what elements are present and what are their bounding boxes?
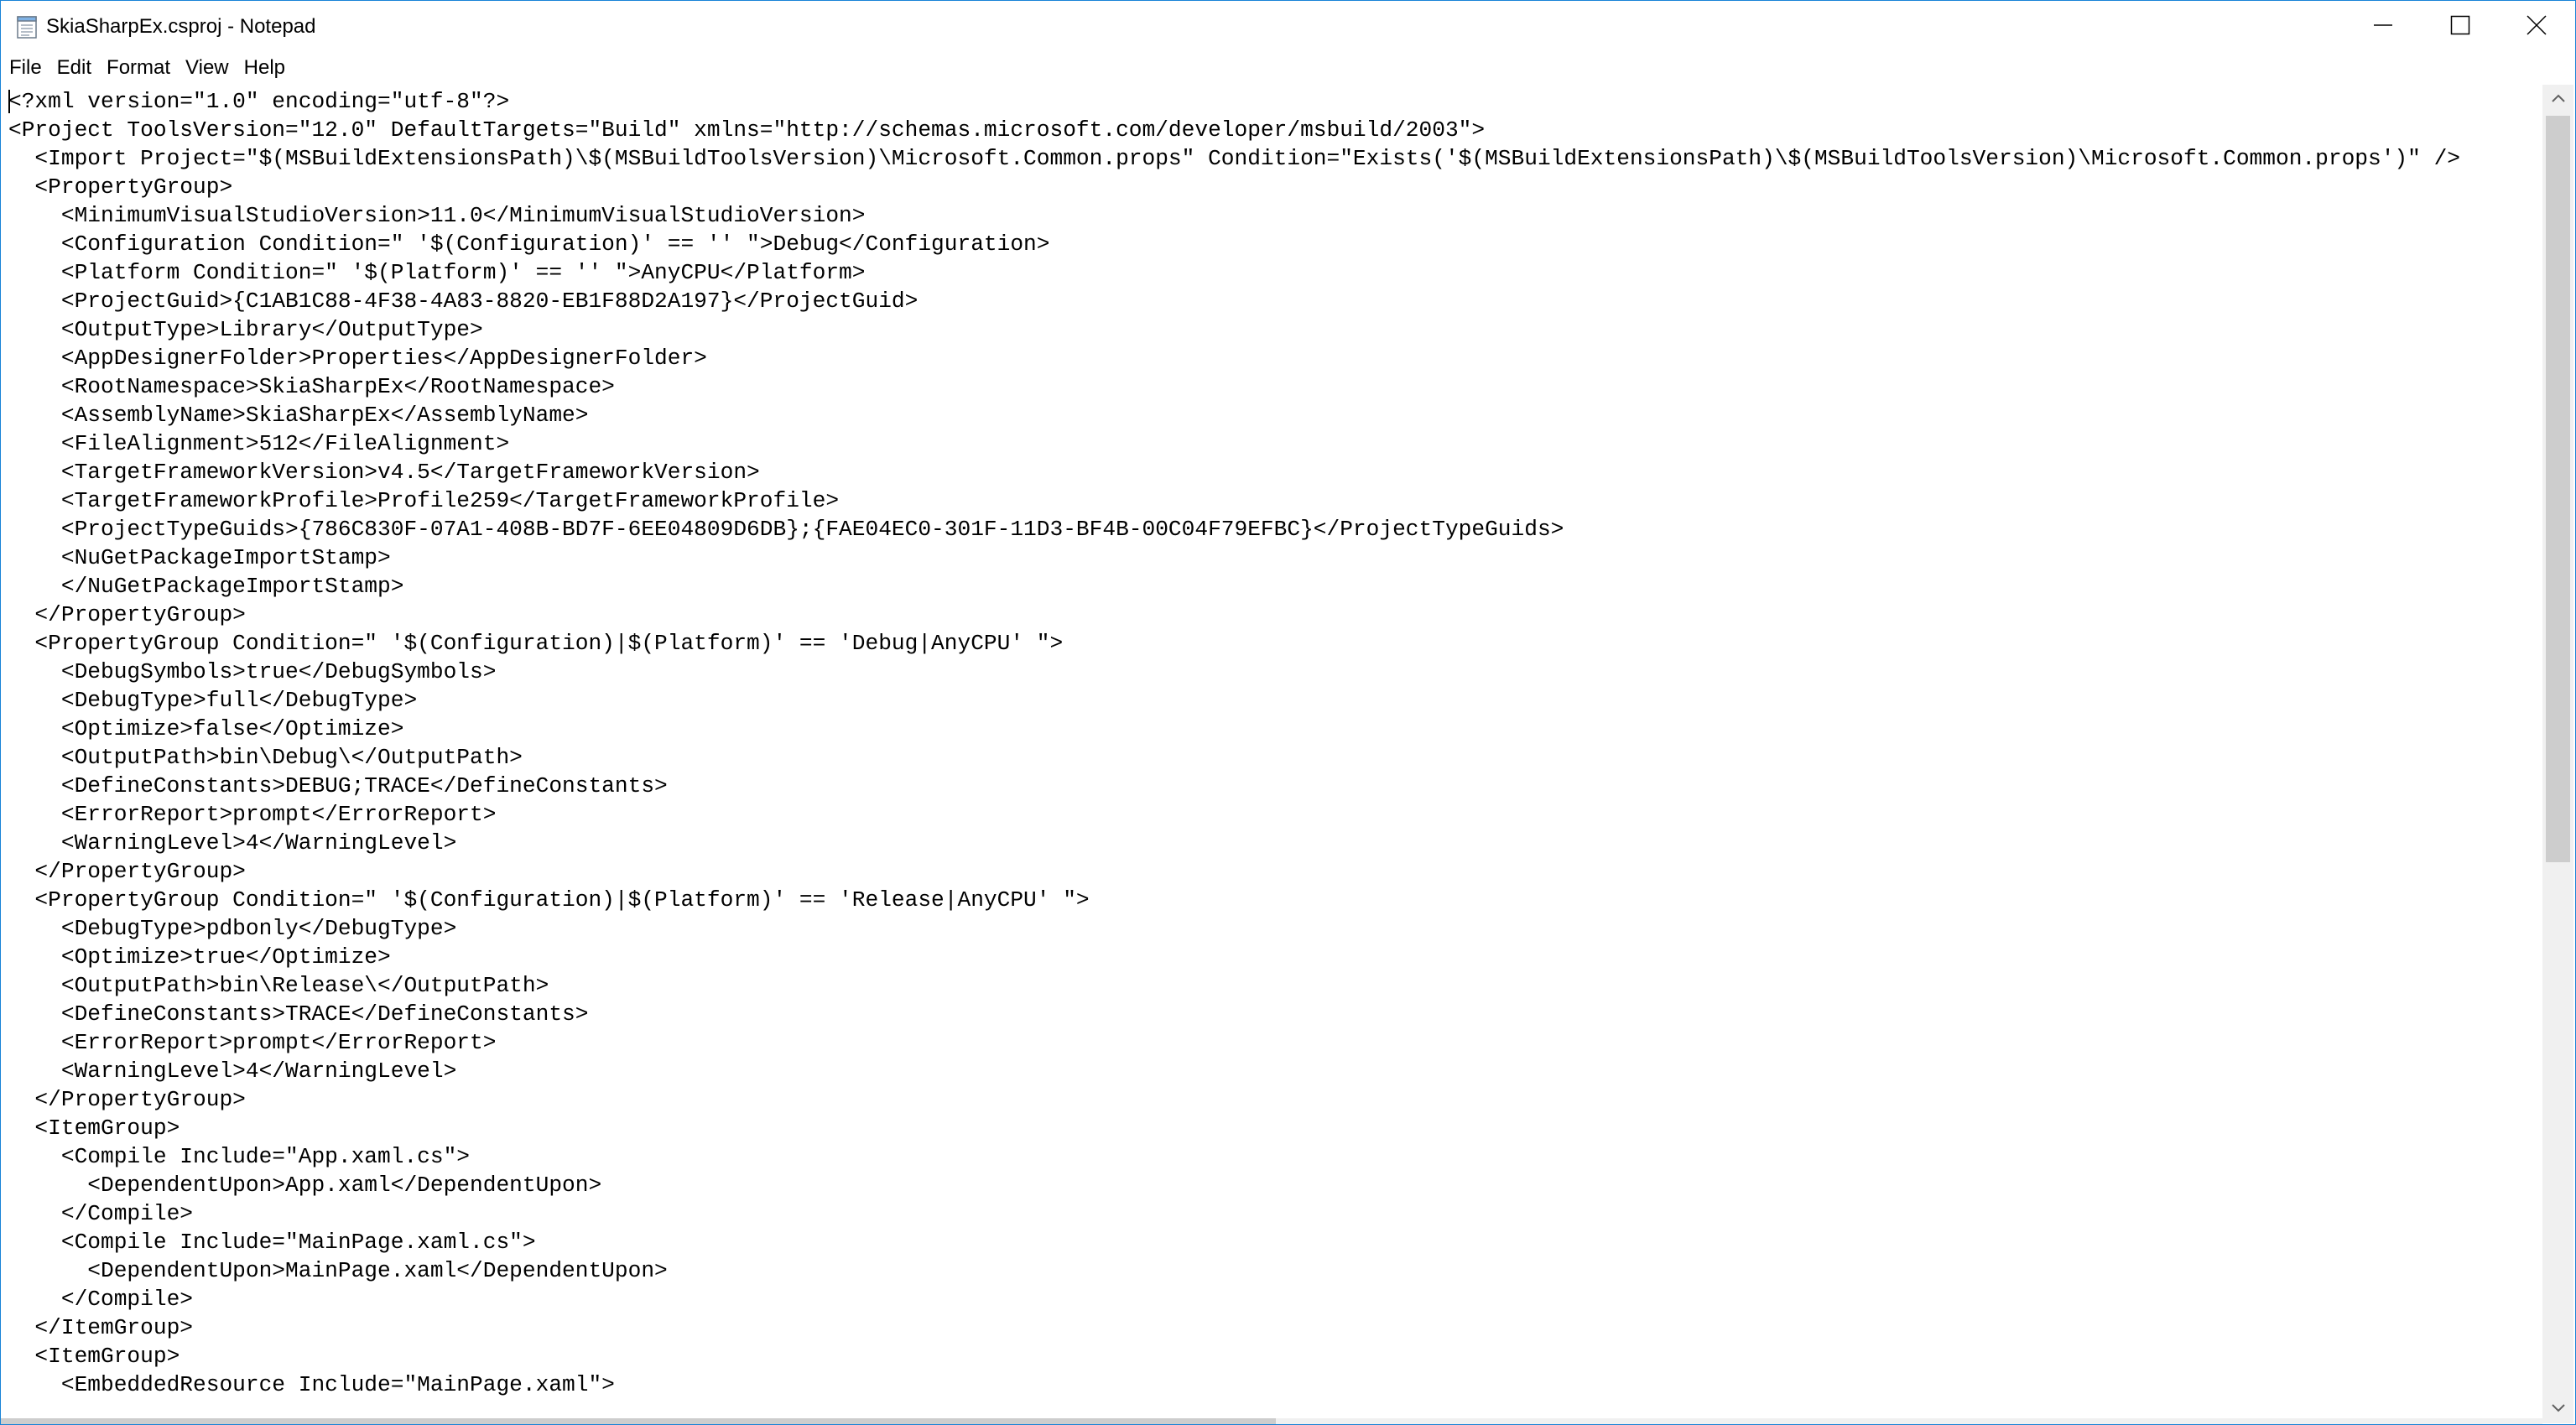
- text-line: <DebugSymbols>true</DebugSymbols>: [8, 659, 497, 684]
- text-line: </NuGetPackageImportStamp>: [8, 574, 404, 599]
- text-line: <DependentUpon>MainPage.xaml</DependentU…: [8, 1258, 668, 1283]
- text-line: <ItemGroup>: [8, 1116, 180, 1141]
- text-line: <RootNamespace>SkiaSharpEx</RootNamespac…: [8, 374, 615, 399]
- close-button[interactable]: [2498, 1, 2575, 53]
- text-line: <WarningLevel>4</WarningLevel>: [8, 830, 457, 856]
- text-editor[interactable]: <?xml version="1.0" encoding="utf-8"?> <P…: [1, 85, 2542, 1423]
- close-icon: [2527, 14, 2547, 39]
- chevron-up-icon: [2551, 91, 2565, 107]
- maximize-icon: [2450, 15, 2470, 39]
- menu-edit[interactable]: Edit: [49, 53, 99, 83]
- scroll-down-button[interactable]: [2542, 1395, 2573, 1423]
- menu-bar: File Edit Format View Help: [1, 53, 2575, 83]
- text-line: <Configuration Condition=" '$(Configurat…: [8, 231, 1050, 257]
- vertical-scroll-thumb[interactable]: [2546, 116, 2570, 862]
- minimize-button[interactable]: [2344, 1, 2422, 53]
- text-line: <Import Project="$(MSBuildExtensionsPath…: [8, 146, 2461, 171]
- text-line: <PropertyGroup Condition=" '$(Configurat…: [8, 631, 1064, 656]
- menu-file[interactable]: File: [1, 53, 49, 83]
- text-line: <Compile Include="App.xaml.cs">: [8, 1144, 471, 1169]
- text-line: <AssemblyName>SkiaSharpEx</AssemblyName>: [8, 403, 589, 428]
- text-line: <AppDesignerFolder>Properties</AppDesign…: [8, 346, 707, 371]
- minimize-icon: [2373, 15, 2393, 39]
- text-line: <OutputType>Library</OutputType>: [8, 317, 483, 342]
- text-line: <ProjectGuid>{C1AB1C88-4F38-4A83-8820-EB…: [8, 289, 919, 314]
- menu-view[interactable]: View: [178, 53, 237, 83]
- text-line: <DefineConstants>DEBUG;TRACE</DefineCons…: [8, 773, 668, 798]
- maximize-button[interactable]: [2422, 1, 2499, 53]
- text-line: <TargetFrameworkProfile>Profile259</Targ…: [8, 488, 840, 513]
- text-line: <Compile Include="MainPage.xaml.cs">: [8, 1230, 536, 1255]
- text-line: <OutputPath>bin\Debug\</OutputPath>: [8, 745, 523, 770]
- text-line: <FileAlignment>512</FileAlignment>: [8, 431, 510, 456]
- menu-format[interactable]: Format: [99, 53, 178, 83]
- text-line: <PropertyGroup>: [8, 174, 233, 200]
- text-line: <DebugType>pdbonly</DebugType>: [8, 916, 457, 941]
- text-line: <?xml version="1.0" encoding="utf-8"?>: [8, 89, 510, 114]
- text-line: <Project ToolsVersion="12.0" DefaultTarg…: [8, 117, 1486, 143]
- text-line: <ProjectTypeGuids>{786C830F-07A1-408B-BD…: [8, 517, 1564, 542]
- vertical-scrollbar[interactable]: [2542, 85, 2573, 1423]
- horizontal-scrollbar[interactable]: [1, 1418, 2542, 1424]
- text-line: <Optimize>true</Optimize>: [8, 944, 391, 970]
- notepad-icon[interactable]: [14, 14, 39, 39]
- text-line: <ErrorReport>prompt</ErrorReport>: [8, 1030, 497, 1055]
- text-line: </ItemGroup>: [8, 1315, 194, 1340]
- text-line: <PropertyGroup Condition=" '$(Configurat…: [8, 887, 1090, 913]
- text-line: <OutputPath>bin\Release\</OutputPath>: [8, 973, 549, 998]
- text-line: </PropertyGroup>: [8, 859, 246, 884]
- notepad-window: SkiaSharpEx.csproj - Notepad File Edit F…: [0, 0, 2576, 1425]
- text-line: <Optimize>false</Optimize>: [8, 716, 404, 741]
- text-line: </Compile>: [8, 1201, 194, 1226]
- horizontal-scroll-thumb[interactable]: [1, 1418, 1276, 1424]
- menu-help[interactable]: Help: [237, 53, 293, 83]
- text-line: </PropertyGroup>: [8, 602, 246, 627]
- text-line: <MinimumVisualStudioVersion>11.0</Minimu…: [8, 203, 866, 228]
- text-line: <DependentUpon>App.xaml</DependentUpon>: [8, 1173, 602, 1198]
- title-bar[interactable]: SkiaSharpEx.csproj - Notepad: [1, 1, 2575, 53]
- editor-text: <?xml version="1.0" encoding="utf-8"?> <P…: [8, 87, 2460, 1399]
- text-line: <WarningLevel>4</WarningLevel>: [8, 1058, 457, 1084]
- text-line: <DefineConstants>TRACE</DefineConstants>: [8, 1001, 589, 1027]
- text-line: <TargetFrameworkVersion>v4.5</TargetFram…: [8, 460, 760, 485]
- text-caret: [8, 90, 10, 113]
- text-line: <ItemGroup>: [8, 1344, 180, 1369]
- text-line: <Platform Condition=" '$(Platform)' == '…: [8, 260, 866, 285]
- text-line: <NuGetPackageImportStamp>: [8, 545, 391, 570]
- chevron-down-icon: [2551, 1402, 2565, 1417]
- window-title: SkiaSharpEx.csproj - Notepad: [46, 15, 316, 38]
- text-line: <ErrorReport>prompt</ErrorReport>: [8, 802, 497, 827]
- text-line: </PropertyGroup>: [8, 1087, 246, 1112]
- scroll-up-button[interactable]: [2542, 85, 2573, 113]
- text-line: </Compile>: [8, 1287, 194, 1312]
- text-line: <EmbeddedResource Include="MainPage.xaml…: [8, 1372, 615, 1397]
- text-line: <DebugType>full</DebugType>: [8, 688, 418, 713]
